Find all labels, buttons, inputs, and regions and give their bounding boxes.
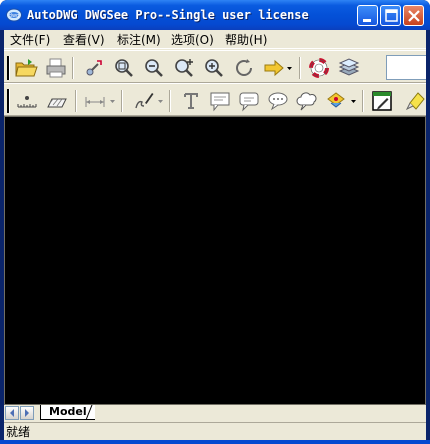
maximize-icon <box>385 9 398 22</box>
app-window: dwg AutoDWG DWGSee Pro--Single user lice… <box>0 0 430 444</box>
markup-toolbar <box>4 83 426 116</box>
toolbar-separator <box>75 90 77 112</box>
drawing-canvas[interactable] <box>4 116 426 405</box>
stamp-button[interactable] <box>324 89 348 113</box>
client-area: 文件(F) 查看(V) 标注(M) 选项(O) 帮助(H) Model 就绪 <box>4 30 426 440</box>
help-lifebuoy-icon <box>309 58 329 78</box>
callout-button[interactable] <box>208 89 232 113</box>
print-button[interactable] <box>44 56 68 80</box>
forward-arrow-icon <box>264 59 284 77</box>
layer-select-field[interactable] <box>386 55 426 80</box>
layers-button[interactable] <box>337 56 361 80</box>
measure-point-button[interactable] <box>15 89 39 113</box>
zoom-window-icon <box>115 59 133 77</box>
tab-prev-button[interactable] <box>5 406 19 420</box>
speech-bubble-icon <box>268 92 288 111</box>
chevron-down-icon <box>287 67 292 70</box>
minimize-icon <box>363 19 371 22</box>
window-title: AutoDWG DWGSee Pro--Single user license <box>27 8 309 22</box>
toolbar-separator <box>121 90 123 112</box>
chevron-left-icon <box>10 409 14 417</box>
window-frame-bottom <box>0 440 430 444</box>
comment-button[interactable] <box>237 89 261 113</box>
zoom-in-button[interactable] <box>172 56 196 80</box>
measure-point-icon <box>17 96 37 108</box>
cloud-button[interactable] <box>295 89 319 113</box>
redraw-button[interactable] <box>232 56 256 80</box>
print-icon <box>46 58 66 78</box>
help-button[interactable] <box>307 56 331 80</box>
dimension-icon <box>85 97 105 107</box>
status-text: 就绪 <box>6 425 31 439</box>
cloud-bubble-icon <box>296 92 317 111</box>
menu-file[interactable]: 文件(F) <box>10 32 50 48</box>
tab-next-button[interactable] <box>20 406 34 420</box>
pen-icon <box>135 93 154 109</box>
zoom-window-button[interactable] <box>112 56 136 80</box>
maximize-button[interactable] <box>380 5 401 26</box>
zoom-in-icon <box>175 59 193 77</box>
stamp-icon <box>327 92 345 108</box>
menu-bar: 文件(F) 查看(V) 标注(M) 选项(O) 帮助(H) <box>4 30 426 49</box>
callout-icon <box>210 92 230 112</box>
title-bar[interactable]: dwg AutoDWG DWGSee Pro--Single user lice… <box>0 0 430 30</box>
measure-area-button[interactable] <box>45 89 69 113</box>
menu-view[interactable]: 查看(V) <box>63 32 105 48</box>
toolbar-separator <box>72 57 74 79</box>
close-icon <box>408 10 420 22</box>
tab-edge <box>86 405 93 420</box>
menu-markup[interactable]: 标注(M) <box>117 32 161 48</box>
chevron-down-icon <box>351 100 356 103</box>
toolbar-separator <box>169 90 171 112</box>
comment-bubble-icon <box>239 92 259 112</box>
pen-dropdown[interactable] <box>157 89 165 113</box>
menu-options[interactable]: 选项(O) <box>171 32 214 48</box>
toolbar-grip[interactable] <box>7 56 10 80</box>
pan-icon <box>86 60 102 76</box>
highlighter-icon <box>405 92 425 111</box>
text-button[interactable] <box>179 89 203 113</box>
pan-button[interactable] <box>82 56 106 80</box>
redraw-icon <box>236 59 252 76</box>
text-icon <box>184 93 198 109</box>
status-bar: 就绪 <box>4 422 426 440</box>
forward-dropdown[interactable] <box>286 56 294 80</box>
dimension-dropdown[interactable] <box>109 89 117 113</box>
zoom-extents-icon <box>205 59 223 77</box>
open-button[interactable] <box>14 56 38 80</box>
chevron-down-icon <box>110 100 115 103</box>
chevron-right-icon <box>25 409 29 417</box>
edit-icon <box>372 91 392 111</box>
chevron-down-icon <box>158 100 163 103</box>
menu-help[interactable]: 帮助(H) <box>225 32 267 48</box>
app-logo-icon: dwg <box>6 8 22 22</box>
zoom-extents-button[interactable] <box>202 56 226 80</box>
layout-tab-bar: Model <box>4 405 426 421</box>
standard-toolbar <box>4 50 426 83</box>
close-button[interactable] <box>403 5 424 26</box>
toolbar-separator <box>299 57 301 79</box>
forward-button[interactable] <box>262 56 286 80</box>
toolbar-grip[interactable] <box>7 89 10 113</box>
zoom-out-button[interactable] <box>142 56 166 80</box>
toolbar-separator <box>362 90 364 112</box>
pen-button[interactable] <box>131 89 155 113</box>
highlighter-button[interactable] <box>404 89 426 113</box>
dimension-button[interactable] <box>83 89 107 113</box>
speech-bubble-button[interactable] <box>266 89 290 113</box>
layers-icon <box>338 58 360 76</box>
measure-area-icon <box>47 98 67 108</box>
svg-text:dwg: dwg <box>9 13 19 19</box>
stamp-dropdown[interactable] <box>350 89 358 113</box>
zoom-out-icon <box>145 59 163 77</box>
minimize-button[interactable] <box>357 5 378 26</box>
open-folder-icon <box>15 59 38 77</box>
edit-button[interactable] <box>370 89 394 113</box>
